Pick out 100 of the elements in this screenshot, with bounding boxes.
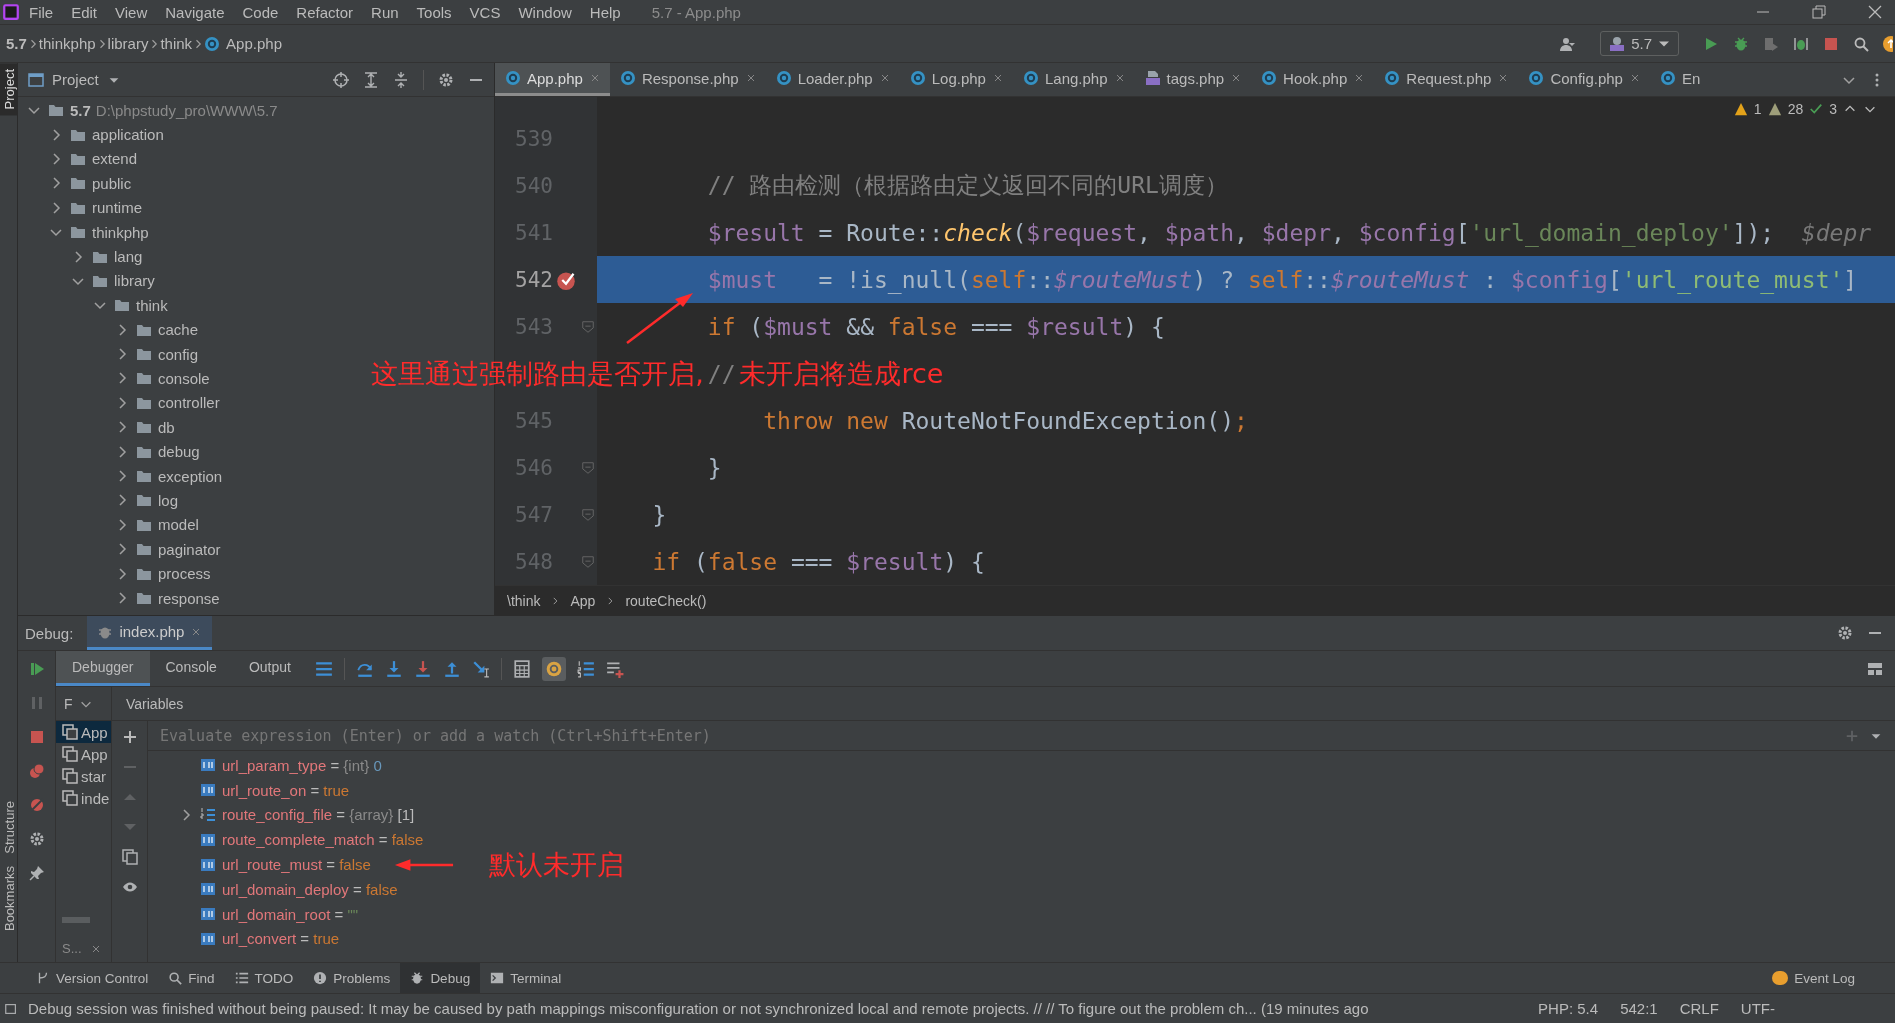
run-icon[interactable] <box>1703 35 1719 52</box>
menu-item[interactable]: Tools <box>407 3 461 21</box>
debugger-tab[interactable]: Output <box>232 651 307 686</box>
typo-count[interactable]: 3 <box>1829 101 1837 117</box>
frame-item[interactable]: star <box>56 765 111 787</box>
menu-item[interactable]: Code <box>233 3 288 21</box>
variable-entry[interactable]: route_config_file = {array} [1] <box>222 806 415 824</box>
run-to-cursor-icon[interactable] <box>471 659 490 678</box>
tree-item[interactable]: process <box>18 561 211 586</box>
frame-item[interactable]: App <box>56 721 111 743</box>
force-step-into-icon[interactable] <box>413 659 432 678</box>
event-log-button[interactable]: Event Log <box>1762 963 1865 993</box>
settings-icon[interactable] <box>1837 625 1853 641</box>
variable-entry[interactable]: route_complete_match = false <box>222 831 424 849</box>
tree-item[interactable]: application <box>18 122 164 147</box>
breadcrumb-item[interactable]: App <box>570 592 596 609</box>
add-icon[interactable] <box>121 729 138 745</box>
search-icon[interactable] <box>1853 35 1869 52</box>
breadcrumb-item[interactable]: think <box>160 35 193 52</box>
tree-item[interactable]: controller <box>18 390 220 416</box>
menu-item[interactable]: Navigate <box>156 3 234 21</box>
tree-item[interactable]: console <box>18 366 210 391</box>
tree-item[interactable]: exception <box>18 463 223 489</box>
tree-item[interactable]: cache <box>18 317 199 342</box>
calculator-icon[interactable] <box>512 659 531 678</box>
tree-item[interactable]: response <box>18 585 220 611</box>
variable-entry[interactable]: url_convert = true <box>222 930 340 948</box>
tool-window-tab[interactable]: Version Control <box>26 963 159 993</box>
frame-item[interactable]: App <box>56 743 111 765</box>
run-config-dropdown[interactable]: 5.7 <box>1600 31 1679 56</box>
breadcrumb-item[interactable]: library <box>107 35 149 52</box>
tree-item[interactable]: 5.7 D:\phpstudy_pro\WWW\5.7 <box>18 98 278 123</box>
pin-icon[interactable] <box>28 865 45 881</box>
layout-icon[interactable] <box>1867 660 1883 677</box>
tool-window-tab[interactable]: Project <box>0 63 17 116</box>
settings-icon[interactable] <box>438 71 454 88</box>
breakpoints-icon[interactable] <box>28 763 45 779</box>
tool-window-tab[interactable]: Find <box>158 963 225 993</box>
tool-window-tab[interactable]: Terminal <box>480 963 572 993</box>
update-icon[interactable] <box>1883 35 1893 52</box>
stop-icon[interactable] <box>28 729 45 745</box>
editor-tab[interactable]: Loader.php <box>765 63 900 96</box>
tree-item[interactable]: think <box>18 293 168 318</box>
tree-item[interactable]: db <box>18 415 175 440</box>
editor-tab[interactable]: Config.php <box>1518 63 1650 96</box>
expand-all-icon[interactable] <box>363 71 379 88</box>
editor-tab[interactable]: Hook.php <box>1251 63 1375 96</box>
warning-count[interactable]: 28 <box>1787 101 1804 117</box>
tool-window-tab[interactable]: Structure <box>0 795 17 860</box>
settings-icon[interactable] <box>28 831 45 847</box>
tree-item[interactable]: runtime <box>18 195 143 220</box>
editor-tab[interactable]: tags.php <box>1134 63 1252 96</box>
caret-icon[interactable] <box>1658 40 1670 47</box>
status-message[interactable]: Debug session was finished without being paused: It may be caused by path mappings misconfiguration or not synchronized local and remote projects. // // To figure out the problem ch... (19 minutes ago <box>28 1000 1517 1017</box>
user-icon[interactable] <box>1558 35 1577 52</box>
coverage-icon[interactable] <box>1763 35 1779 52</box>
numbered-list-icon[interactable] <box>576 659 595 678</box>
status-item[interactable]: PHP: 5.4 <box>1538 1000 1599 1017</box>
menu-item[interactable]: Refactor <box>287 3 363 21</box>
copy-icon[interactable] <box>121 849 138 865</box>
debug-icon[interactable] <box>1733 35 1749 52</box>
tree-item[interactable]: model <box>18 512 199 538</box>
frame-item[interactable]: inde <box>56 787 111 809</box>
tool-window-tab[interactable]: Debug <box>400 963 481 993</box>
tree-item[interactable]: library <box>18 268 155 294</box>
resume-icon[interactable] <box>28 661 45 677</box>
tree-item[interactable]: paginator <box>18 537 221 562</box>
expression-field[interactable]: Evaluate expression (Enter) or add a watch (Ctrl+Shift+Enter) <box>148 721 1835 750</box>
editor-tab[interactable]: App.php <box>495 63 610 96</box>
tree-item[interactable]: extend <box>18 146 138 172</box>
editor-tab[interactable]: Response.php <box>609 63 766 96</box>
tree-item[interactable]: thinkphp <box>18 219 149 245</box>
breakpoint-type-icon[interactable] <box>544 659 563 678</box>
menu-item[interactable]: Edit <box>62 3 107 21</box>
editor-tab[interactable]: Lang.php <box>1012 63 1135 96</box>
breadcrumb-item[interactable]: \think <box>507 592 541 609</box>
breadcrumb-item[interactable]: 5.7 <box>6 35 27 52</box>
tool-window-tab[interactable]: Bookmarks <box>0 859 17 937</box>
menu-item[interactable]: Window <box>509 3 581 21</box>
restore-icon[interactable] <box>1811 4 1827 20</box>
collapse-all-icon[interactable] <box>393 71 409 88</box>
breadcrumb-item[interactable]: thinkphp <box>38 35 96 52</box>
tree-item[interactable]: log <box>18 488 179 513</box>
close-icon[interactable] <box>1867 4 1883 20</box>
collapsed-tab[interactable]: S... <box>62 941 82 956</box>
menu-item[interactable]: File <box>20 3 63 21</box>
menu-item[interactable]: Help <box>580 3 630 21</box>
tree-item[interactable]: config <box>18 341 199 367</box>
editor-tab[interactable]: Request.php <box>1374 63 1519 96</box>
breadcrumb-item[interactable]: App.php <box>226 35 282 52</box>
menu-item[interactable]: VCS <box>460 3 510 21</box>
tool-window-tab[interactable]: Problems <box>303 963 401 993</box>
tree-item[interactable]: lang <box>18 244 143 269</box>
scrollbar[interactable] <box>62 917 90 923</box>
status-item[interactable]: 542:1 <box>1620 1000 1658 1017</box>
menu-item[interactable]: Run <box>362 3 408 21</box>
debugger-tab[interactable]: Debugger <box>56 651 150 686</box>
tool-window-tab[interactable]: TODO <box>224 963 304 993</box>
attach-icon[interactable] <box>1793 35 1809 52</box>
frames-list-icon[interactable] <box>314 659 333 678</box>
